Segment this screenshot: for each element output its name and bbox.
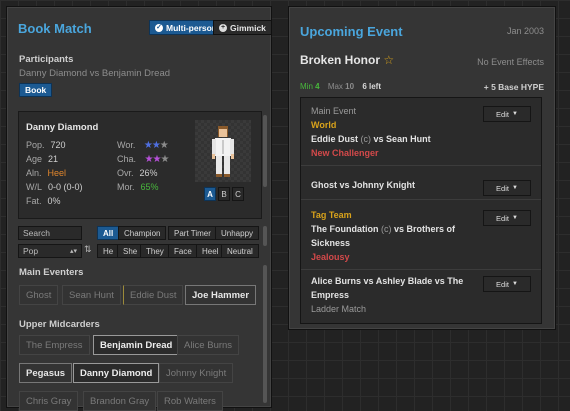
stat-overall: Ovr. 26% (117, 168, 158, 178)
divider (301, 269, 541, 270)
favorite-star-icon[interactable]: ☆ (383, 53, 394, 67)
match-participants: The Foundation (c) vs Brothers of (311, 224, 456, 234)
wrestler-eddie-dust[interactable]: Eddie Dust (123, 285, 184, 305)
edit-match-button[interactable]: Edit ▼ (483, 210, 531, 226)
match-limits: Min 4 Max 10 6 left (300, 82, 381, 91)
grade-a-button[interactable]: A (204, 187, 216, 201)
wrestler-sprite-icon (212, 126, 234, 177)
participants-label: Participants (19, 54, 74, 65)
panel-title: Upcoming Event (300, 24, 403, 39)
wrestler-sean-hunt[interactable]: Sean Hunt (62, 285, 121, 305)
divider (301, 165, 541, 166)
stat-morale: Mor. 65% (117, 182, 159, 192)
gimmick-toggle[interactable]: + Gimmick (213, 20, 272, 35)
card-scrollbar[interactable] (263, 115, 267, 187)
sort-direction-icon[interactable]: ⇅ (84, 244, 92, 255)
book-match-panel: Book Match ✓ Multi-person + Gimmick Part… (6, 6, 272, 411)
match-title: World (311, 120, 337, 130)
wrestler-the-empress[interactable]: The Empress (19, 335, 90, 355)
event-name: Broken Honor ☆ (300, 53, 395, 67)
wrestler-danny-diamond[interactable]: Danny Diamond (73, 363, 160, 383)
wrestler-rob-walters[interactable]: Rob Walters (157, 391, 223, 411)
filter-tab-all[interactable]: All (97, 226, 120, 240)
match-header: Main Event (311, 106, 357, 116)
filter-he[interactable]: He (97, 244, 120, 258)
search-input[interactable]: Search (18, 226, 82, 240)
panel-title: Book Match (18, 21, 92, 36)
hype-label: + 5 Base HYPE (483, 82, 544, 92)
match-participants: Eddie Dust (c) vs Sean Hunt (311, 134, 431, 144)
wrestler-name: Danny Diamond (26, 122, 99, 133)
stat-work: Wor. ★★★ (117, 140, 169, 151)
wrestler-ghost[interactable]: Ghost (19, 285, 59, 305)
match-storyline: Jealousy (311, 252, 350, 262)
event-date: Jan 2003 (506, 26, 544, 36)
filter-neutral[interactable]: Neutral (221, 244, 259, 258)
filter-they[interactable]: They (140, 244, 170, 258)
section-main-eventers: Main Eventers (19, 267, 84, 278)
filter-scrollbar[interactable] (263, 226, 267, 246)
match-participants: Alice Burns vs Ashley Blade vs The (311, 276, 464, 286)
stat-charisma: Cha. ★★★ (117, 154, 170, 165)
filter-tab-part-timer[interactable]: Part Timer (168, 226, 217, 240)
match-storyline: New Challenger (311, 148, 379, 158)
match-participants-cont: Sickness (311, 238, 351, 248)
sort-arrows-icon: ▴▾ (69, 248, 77, 255)
caret-down-icon: ▼ (511, 111, 518, 117)
filter-face[interactable]: Face (168, 244, 198, 258)
upcoming-event-panel: Upcoming Event Jan 2003 Broken Honor ☆ N… (288, 6, 556, 330)
match-card-list: Main Event World Eddie Dust (c) vs Sean … (300, 97, 542, 324)
grade-c-button[interactable]: C (232, 187, 244, 201)
wrestler-brandon-gray[interactable]: Brandon Gray (83, 391, 157, 411)
filter-tab-champion[interactable]: Champion (118, 226, 167, 240)
sort-select[interactable]: Pop ▴▾ (18, 244, 82, 258)
work-stars: ★★★ (143, 140, 169, 151)
stat-pop: Pop. 720 (26, 140, 66, 150)
stat-alignment: Aln. Heel (26, 168, 67, 178)
book-button[interactable]: Book (19, 83, 53, 97)
match-type: Ladder Match (311, 304, 367, 314)
filter-tab-unhappy[interactable]: Unhappy (215, 226, 260, 240)
match-title: Tag Team (311, 210, 352, 220)
match-participants: Ghost vs Johnny Knight (311, 180, 416, 190)
divider (301, 199, 541, 200)
wrestler-card: Danny Diamond Pop. 720 Age 21 Aln. Heel W/L… (18, 111, 262, 219)
participants-text: Danny Diamond vs Benjamin Dread (19, 68, 171, 79)
caret-down-icon: ▼ (511, 281, 518, 287)
edit-match-button[interactable]: Edit ▼ (483, 180, 531, 196)
caret-down-icon: ▼ (511, 215, 518, 221)
stat-win-loss: W/L 0-0 (0-0) (26, 182, 83, 192)
caret-down-icon: ▼ (511, 185, 518, 191)
multi-person-toggle[interactable]: ✓ Multi-person (149, 20, 223, 35)
check-icon: ✓ (155, 23, 163, 32)
wrestler-pegasus[interactable]: Pegasus (19, 363, 73, 383)
edit-match-button[interactable]: Edit ▼ (483, 276, 531, 292)
edit-match-button[interactable]: Edit ▼ (483, 106, 531, 122)
wrestler-chris-gray[interactable]: Chris Gray (19, 391, 79, 411)
roster-scrollbar[interactable] (263, 265, 267, 403)
wrestler-johnny-knight[interactable]: Johnny Knight (159, 363, 234, 383)
wrestler-benjamin-dread[interactable]: Benjamin Dread (93, 335, 180, 355)
event-effects: No Event Effects (477, 57, 544, 67)
section-upper-midcarders: Upper Midcarders (19, 319, 100, 330)
wrestler-joe-hammer[interactable]: Joe Hammer (185, 285, 257, 305)
stat-age: Age 21 (26, 154, 59, 164)
grade-b-button[interactable]: B (218, 187, 230, 201)
charisma-stars: ★★★ (144, 154, 170, 165)
wrestler-portrait (195, 120, 251, 182)
wrestler-alice-burns[interactable]: Alice Burns (177, 335, 240, 355)
plus-icon: + (219, 23, 227, 32)
match-participants-cont: Empress (311, 290, 350, 300)
stat-fatigue: Fat. 0% (26, 196, 61, 206)
